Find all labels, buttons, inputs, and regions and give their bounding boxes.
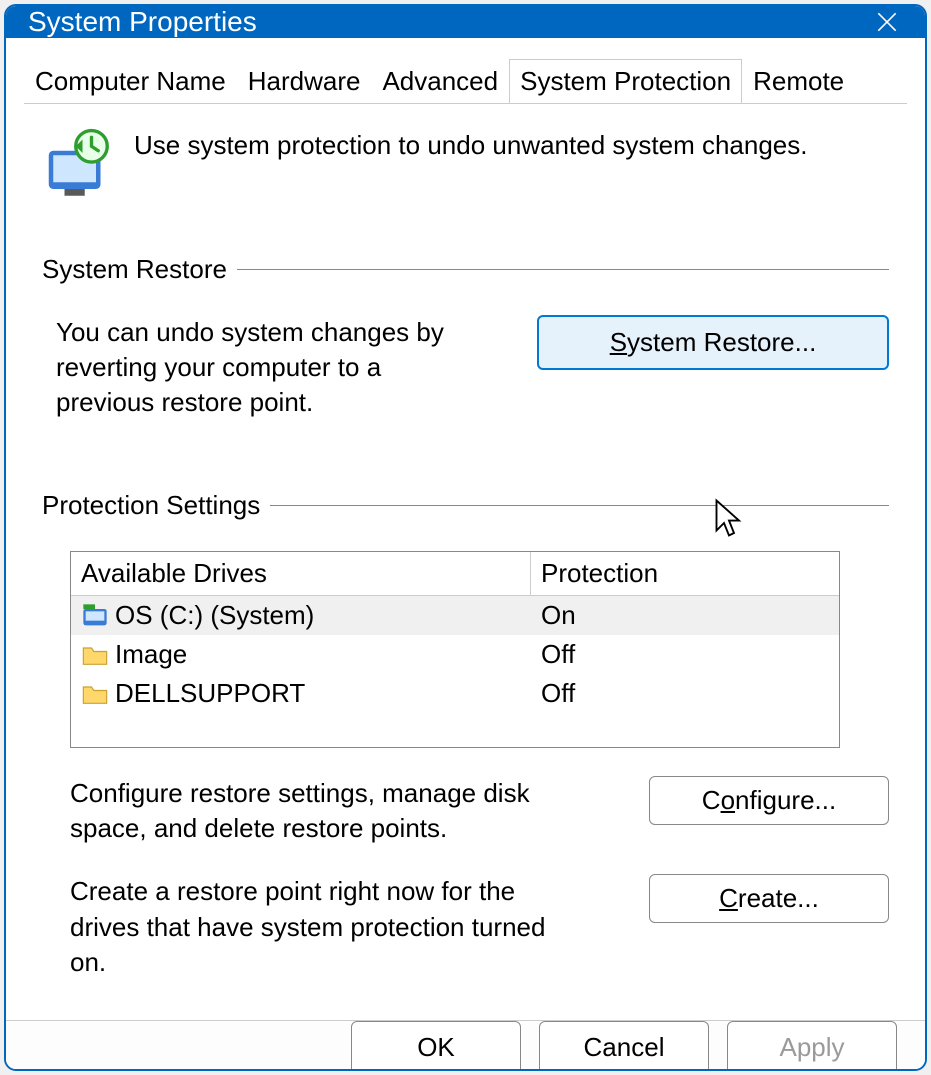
col-header-drives[interactable]: Available Drives [71, 552, 531, 595]
tab-advanced[interactable]: Advanced [371, 59, 509, 104]
create-row: Create a restore point right now for the… [42, 874, 889, 979]
create-button[interactable]: Create... [649, 874, 889, 923]
ok-button[interactable]: OK [351, 1021, 521, 1071]
protection-settings-group-title: Protection Settings [42, 490, 260, 521]
drive-system-icon [81, 602, 109, 630]
drive-row-os-c[interactable]: OS (C:) (System) On [71, 596, 839, 635]
folder-icon [81, 680, 109, 708]
system-restore-group: System Restore You can undo system chang… [42, 254, 889, 420]
drives-table-padding [71, 713, 839, 747]
group-divider [270, 505, 889, 506]
dialog-footer: OK Cancel Apply [6, 1020, 925, 1071]
drive-name: OS (C:) (System) [115, 600, 314, 631]
drives-table[interactable]: Available Drives Protection OS (C:) (Sys… [70, 551, 840, 748]
drive-protection-status: Off [531, 674, 585, 713]
close-icon [874, 9, 900, 35]
protection-settings-group: Protection Settings Available Drives Pro… [42, 490, 889, 979]
tabstrip: Computer Name Hardware Advanced System P… [6, 38, 925, 103]
drive-protection-status: Off [531, 635, 585, 674]
system-restore-group-title: System Restore [42, 254, 227, 285]
group-divider [237, 269, 889, 270]
drive-name: Image [115, 639, 187, 670]
configure-desc: Configure restore settings, manage disk … [70, 776, 570, 846]
intro-row: Use system protection to undo unwanted s… [42, 126, 889, 198]
system-restore-desc: You can undo system changes by reverting… [56, 315, 486, 420]
tab-remote[interactable]: Remote [742, 59, 855, 104]
drives-table-header: Available Drives Protection [71, 552, 839, 596]
close-button[interactable] [871, 6, 903, 38]
system-restore-icon [42, 126, 114, 198]
drive-row-image[interactable]: Image Off [71, 635, 839, 674]
window-title: System Properties [28, 6, 257, 38]
folder-icon [81, 641, 109, 669]
tab-system-protection[interactable]: System Protection [509, 59, 742, 104]
tab-panel-system-protection: Use system protection to undo unwanted s… [24, 103, 907, 1020]
drive-protection-status: On [531, 596, 586, 635]
system-restore-button[interactable]: System Restore... [537, 315, 889, 370]
cancel-button[interactable]: Cancel [539, 1021, 709, 1071]
drive-name: DELLSUPPORT [115, 678, 305, 709]
titlebar: System Properties [6, 6, 925, 38]
tab-computer-name[interactable]: Computer Name [24, 59, 237, 104]
configure-button[interactable]: Configure... [649, 776, 889, 825]
drive-row-dellsupport[interactable]: DELLSUPPORT Off [71, 674, 839, 713]
apply-button[interactable]: Apply [727, 1021, 897, 1071]
create-desc: Create a restore point right now for the… [70, 874, 570, 979]
col-header-protection[interactable]: Protection [531, 552, 839, 595]
system-properties-dialog: System Properties Computer Name Hardware… [4, 4, 927, 1071]
configure-row: Configure restore settings, manage disk … [42, 776, 889, 846]
tab-hardware[interactable]: Hardware [237, 59, 372, 104]
intro-text: Use system protection to undo unwanted s… [134, 126, 807, 161]
